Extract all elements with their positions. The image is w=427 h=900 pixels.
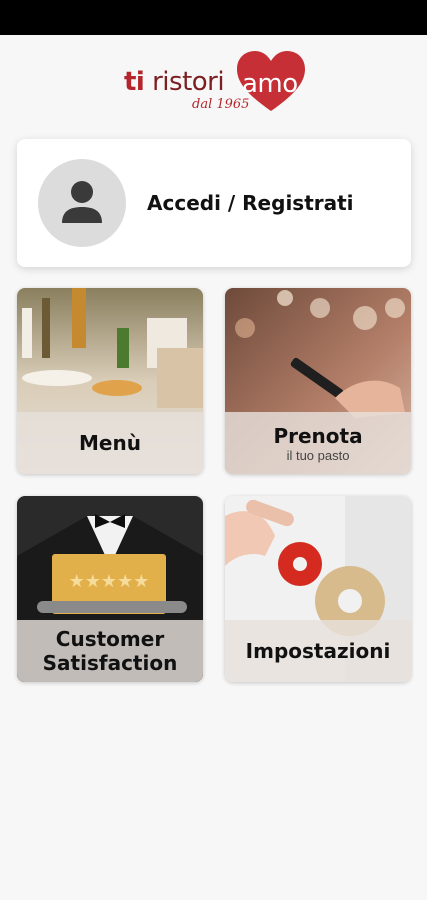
tile-prenota[interactable]: Prenota il tuo pasto [225,288,411,474]
logo-heart-text: amo [242,69,298,99]
logo-since: dal 1965 [192,97,250,112]
user-icon [62,181,102,223]
tile-customer-title-line1: Customer [55,627,165,651]
tile-impostazioni[interactable]: Impostazioni [225,496,411,682]
tile-prenota-label-band: Prenota il tuo pasto [225,412,411,474]
avatar [38,159,126,247]
tile-menu[interactable]: Menù [17,288,203,474]
app-logo: ti ristori amo dal 1965 [0,47,427,119]
logo-prefix: ti [124,67,145,97]
tile-menu-title: Menù [79,431,141,455]
tile-impostazioni-label-band: Impostazioni [225,620,411,682]
status-bar [0,0,427,35]
tile-customer-label-band: Customer Satisfaction [17,620,203,682]
svg-text:★★★★★: ★★★★★ [69,571,150,592]
tile-prenota-subtitle: il tuo pasto [286,447,350,463]
tile-customer-satisfaction[interactable]: ★★★★★ Customer Satisfaction [17,496,203,682]
logo-wordmark: ti ristori [124,67,225,97]
tile-prenota-title: Prenota [273,423,363,448]
login-card[interactable]: Accedi / Registrati [17,139,411,267]
tile-customer-title-line2: Satisfaction [42,651,178,675]
logo-middle: ristori [152,67,225,97]
tile-menu-label-band: Menù [17,412,203,474]
login-label: Accedi / Registrati [147,191,354,215]
tile-impostazioni-title: Impostazioni [245,639,391,663]
